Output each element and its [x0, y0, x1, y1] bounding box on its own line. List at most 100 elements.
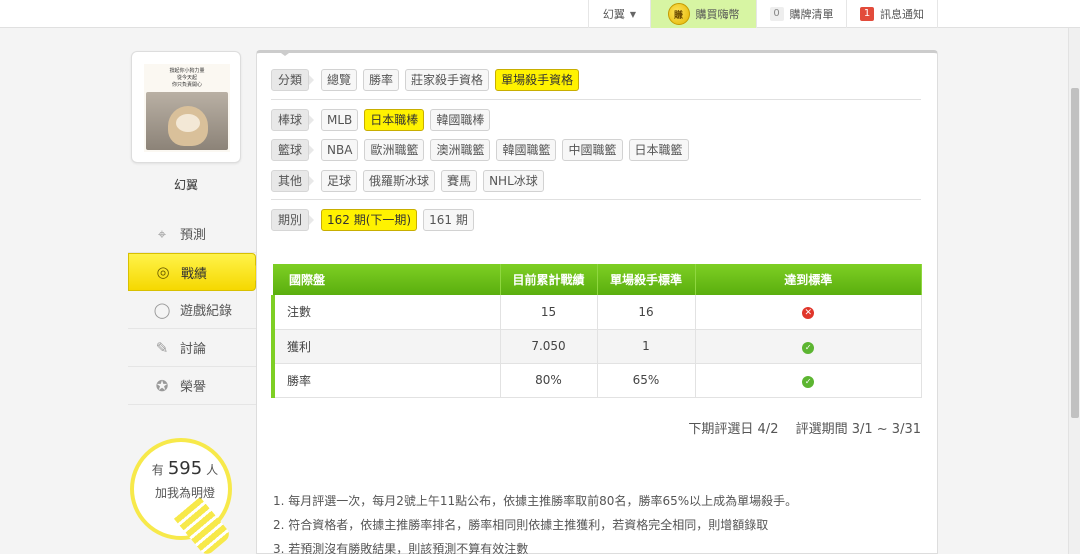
chip-category-banker-killer[interactable]: 莊家殺手資格 [405, 69, 490, 91]
top-bar: 幻翼 ▼ 賺 購買嗨幣 0 購牌清單 1 訊息通知 [0, 0, 1080, 28]
follower-prefix: 有 [151, 463, 164, 477]
sidebar-item-game-history[interactable]: ◯ 遊戲紀錄 [128, 291, 256, 329]
rules-notes: 1. 每月評選一次，每月2號上午11點公布，依據主推勝率取前80名，勝率65%以… [273, 489, 923, 554]
baseball-filter-row: 棒球 MLB 日本職棒 韓國職棒 [271, 108, 491, 132]
row-label: 獲利 [271, 329, 501, 364]
avatar-caption-line: 從今天起 [176, 75, 197, 81]
chevron-down-icon: ▼ [629, 9, 637, 19]
category-filter-row: 分類 總覽 勝率 莊家殺手資格 單場殺手資格 [271, 68, 580, 92]
chip-mlb[interactable]: MLB [321, 109, 359, 131]
chip-category-winrate[interactable]: 勝率 [363, 69, 400, 91]
standard-value: 65% [597, 363, 696, 398]
follower-count: 有 595 人 [128, 458, 242, 479]
chip-soccer[interactable]: 足球 [321, 170, 358, 192]
column-header: 國際盤 [273, 264, 501, 295]
filter-label: 期別 [271, 209, 315, 231]
coin-icon: 賺 [667, 3, 690, 25]
main-panel: 分類 總覽 勝率 莊家殺手資格 單場殺手資格 棒球 MLB 日本職棒 韓國職棒 … [256, 50, 938, 554]
chat-icon: ✎ [155, 338, 169, 357]
filter-label: 其他 [271, 170, 315, 192]
standard-value: 1 [597, 329, 696, 364]
column-header: 目前累計戰績 [500, 264, 598, 295]
avatar-image: 撐起你小狗力量 從今天起 你只負責開心 [144, 64, 230, 152]
current-value: 7.050 [500, 329, 598, 364]
scrollbar-thumb[interactable] [1071, 88, 1079, 418]
table-row: 獲利 7.050 1 ✓ [271, 329, 922, 364]
note-line: 1. 每月評選一次，每月2號上午11點公布，依據主推勝率取前80名，勝率65%以… [273, 494, 798, 508]
row-label: 注數 [271, 295, 501, 330]
chip-jp-basketball[interactable]: 日本職籃 [628, 139, 689, 161]
fail-icon: ✕ [802, 307, 815, 320]
follower-number: 595 [167, 458, 203, 479]
buy-coins-button[interactable]: 賺 購買嗨幣 [650, 0, 756, 28]
current-value: 15 [500, 295, 598, 330]
cart-button[interactable]: 0 購牌清單 [756, 0, 846, 28]
chip-period-next[interactable]: 162 期(下一期) [321, 209, 418, 231]
sidebar-item-label: 榮譽 [180, 380, 207, 395]
divider [271, 99, 921, 100]
buy-coins-label: 購買嗨幣 [695, 8, 740, 21]
sidebar-item-predict[interactable]: ⌖ 預測 [128, 215, 256, 253]
chip-aus-basketball[interactable]: 澳洲職籃 [430, 139, 491, 161]
status-cell: ✓ [695, 329, 922, 364]
follow-me-label[interactable]: 加我為明燈 [128, 484, 242, 501]
note-line: 2. 符合資格者，依據主推勝率排名，勝率相同則依據主推獲利，若資格完全相同，則增… [273, 518, 769, 532]
user-menu-label: 幻翼 [602, 8, 625, 21]
vertical-scrollbar[interactable] [1068, 28, 1080, 554]
chip-category-overview[interactable]: 總覽 [321, 69, 358, 91]
chip-category-single-killer[interactable]: 單場殺手資格 [495, 69, 580, 91]
filter-label: 棒球 [271, 109, 315, 131]
avatar[interactable]: 撐起你小狗力量 從今天起 你只負責開心 [131, 51, 241, 163]
dog-photo [146, 92, 228, 150]
dog-face [176, 114, 200, 132]
filter-label: 分類 [271, 69, 315, 91]
sidebar-item-discussion[interactable]: ✎ 討論 [128, 329, 256, 367]
sidebar-item-honor[interactable]: ✪ 榮譽 [128, 367, 256, 405]
crosshair-icon: ⌖ [157, 224, 167, 243]
chip-nhl[interactable]: NHL冰球 [483, 170, 544, 192]
column-header: 達到標準 [695, 264, 922, 295]
notifications-button[interactable]: 1 訊息通知 [846, 0, 938, 28]
chip-khl[interactable]: 俄羅斯冰球 [363, 170, 436, 192]
cart-count-badge: 0 [769, 7, 784, 21]
chip-euro-basketball[interactable]: 歐洲職籃 [364, 139, 425, 161]
record-icon: ◯ [153, 300, 171, 319]
chip-period-previous[interactable]: 161 期 [423, 209, 474, 231]
check-icon: ✓ [802, 341, 815, 354]
sidebar-item-label: 遊戲紀錄 [180, 304, 233, 319]
qualification-table: 國際盤 目前累計戰績 單場殺手標準 達到標準 注數 15 16 ✕ 獲利 7.0… [271, 264, 922, 398]
row-label: 勝率 [271, 363, 501, 398]
sidebar-item-label: 戰績 [181, 266, 208, 282]
chip-npb[interactable]: 日本職棒 [364, 109, 425, 131]
check-icon: ✓ [802, 375, 815, 388]
notifications-label: 訊息通知 [880, 8, 924, 21]
follower-suffix: 人 [206, 463, 219, 477]
sidebar-menu: ⌖ 預測 ◎ 戰績 ◯ 遊戲紀錄 ✎ 討論 ✪ 榮譽 [128, 215, 264, 405]
trophy-icon: ◎ [156, 263, 170, 281]
period-filter-row: 期別 162 期(下一期) 161 期 [271, 208, 474, 232]
column-header: 單場殺手標準 [597, 264, 696, 295]
table-row: 勝率 80% 65% ✓ [271, 363, 922, 398]
notification-count-badge: 1 [860, 7, 874, 21]
basketball-filter-row: 籃球 NBA 歐洲職籃 澳洲職籃 韓國職籃 中國職籃 日本職籃 [271, 138, 689, 162]
avatar-caption: 撐起你小狗力量 從今天起 你只負責開心 [144, 68, 230, 89]
chip-horse-racing[interactable]: 賽馬 [441, 170, 478, 192]
status-cell: ✓ [695, 363, 922, 398]
other-filter-row: 其他 足球 俄羅斯冰球 賽馬 NHL冰球 [271, 169, 544, 193]
note-line: 3. 若預測沒有勝敗結果，則該預測不算有效注數 [273, 542, 529, 554]
filter-label: 籃球 [271, 139, 315, 161]
table-row: 注數 15 16 ✕ [271, 295, 922, 330]
avatar-caption-line: 撐起你小狗力量 [169, 68, 205, 74]
chip-kbo[interactable]: 韓國職棒 [430, 109, 491, 131]
avatar-caption-line: 你只負責開心 [171, 82, 202, 88]
medal-icon: ✪ [155, 376, 169, 395]
chip-cn-basketball[interactable]: 中國職籃 [562, 139, 623, 161]
evaluation-period: 下期評選日 4/2 評選期間 3/1 ~ 3/31 [688, 422, 921, 437]
chip-nba[interactable]: NBA [321, 139, 359, 161]
sidebar-item-label: 預測 [180, 228, 207, 243]
sidebar-item-record[interactable]: ◎ 戰績 [128, 253, 264, 291]
user-menu[interactable]: 幻翼 ▼ [588, 0, 650, 28]
chip-kor-basketball[interactable]: 韓國職籃 [496, 139, 557, 161]
current-value: 80% [500, 363, 598, 398]
standard-value: 16 [597, 295, 696, 330]
